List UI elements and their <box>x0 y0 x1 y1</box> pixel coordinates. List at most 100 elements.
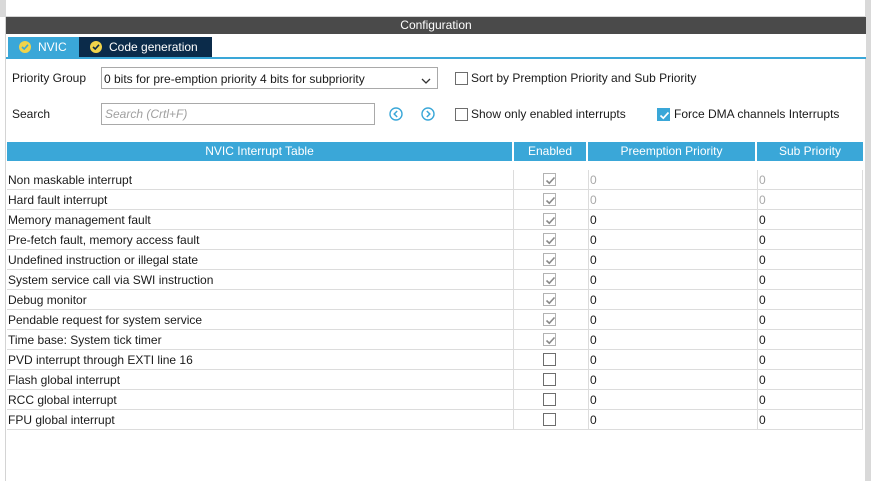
enabled-checkbox[interactable] <box>543 373 556 386</box>
enabled-checkbox[interactable] <box>543 353 556 366</box>
chevron-down-icon <box>421 74 431 88</box>
preemption-priority-value[interactable]: 0 <box>588 410 757 430</box>
table-row[interactable]: RCC global interrupt 0 0 <box>7 390 863 410</box>
preemption-priority-value[interactable]: 0 <box>588 250 757 270</box>
enabled-checkbox[interactable] <box>543 333 556 346</box>
enabled-cell <box>513 190 588 210</box>
sub-priority-value[interactable]: 0 <box>757 310 863 330</box>
enabled-cell <box>513 290 588 310</box>
column-header-preemption[interactable]: Preemption Priority <box>588 142 755 161</box>
preemption-priority-value[interactable]: 0 <box>588 210 757 230</box>
preemption-priority-value[interactable]: 0 <box>588 170 757 190</box>
interrupt-name: Debug monitor <box>8 293 87 307</box>
enabled-checkbox[interactable] <box>543 413 556 426</box>
tab-code-generation[interactable]: Code generation <box>79 37 212 57</box>
preemption-priority-value[interactable]: 0 <box>588 350 757 370</box>
sort-priority-checkbox[interactable] <box>455 72 468 85</box>
table-row[interactable]: Pendable request for system service 0 0 <box>7 310 863 330</box>
preemption-priority-value[interactable]: 0 <box>588 230 757 250</box>
sub-priority-value[interactable]: 0 <box>757 370 863 390</box>
table-row[interactable]: Hard fault interrupt 0 0 <box>7 190 863 210</box>
checkmark-icon <box>545 336 556 345</box>
preemption-priority-value[interactable]: 0 <box>588 270 757 290</box>
sub-priority-value[interactable]: 0 <box>757 190 863 210</box>
table-row[interactable]: Debug monitor 0 0 <box>7 290 863 310</box>
enabled-checkbox[interactable] <box>543 253 556 266</box>
sub-priority-value[interactable]: 0 <box>757 230 863 250</box>
priority-group-value: 0 bits for pre-emption priority 4 bits f… <box>104 72 365 86</box>
table-row[interactable]: Pre-fetch fault, memory access fault 0 0 <box>7 230 863 250</box>
enabled-checkbox[interactable] <box>543 193 556 206</box>
column-header-enabled[interactable]: Enabled <box>514 142 586 161</box>
preemption-priority-value[interactable]: 0 <box>588 290 757 310</box>
sub-priority-value[interactable]: 0 <box>757 390 863 410</box>
enabled-cell <box>513 390 588 410</box>
priority-group-select[interactable]: 0 bits for pre-emption priority 4 bits f… <box>101 67 438 89</box>
interrupt-name: System service call via SWI instruction <box>8 273 214 287</box>
checkmark-icon <box>545 236 556 245</box>
interrupt-name: RCC global interrupt <box>8 393 117 407</box>
enabled-cell <box>513 170 588 190</box>
show-enabled-label: Show only enabled interrupts <box>471 107 626 121</box>
enabled-checkbox[interactable] <box>543 273 556 286</box>
sub-priority-value[interactable]: 0 <box>757 210 863 230</box>
column-header-sub-priority[interactable]: Sub Priority <box>757 142 863 161</box>
table-row[interactable]: FPU global interrupt 0 0 <box>7 410 863 430</box>
enabled-checkbox[interactable] <box>543 213 556 226</box>
left-border <box>0 0 6 17</box>
search-label: Search <box>12 107 51 121</box>
arrow-right-circle-icon <box>421 107 435 121</box>
sub-priority-value[interactable]: 0 <box>757 350 863 370</box>
checkmark-icon <box>545 176 556 185</box>
table-row[interactable]: Memory management fault 0 0 <box>7 210 863 230</box>
preemption-priority-value[interactable]: 0 <box>588 390 757 410</box>
preemption-priority-value[interactable]: 0 <box>588 370 757 390</box>
sub-priority-value[interactable]: 0 <box>757 410 863 430</box>
enabled-cell <box>513 370 588 390</box>
search-next-button[interactable] <box>421 107 435 121</box>
tab-nvic-label: NVIC <box>38 40 67 54</box>
sub-priority-value[interactable]: 0 <box>757 170 863 190</box>
enabled-checkbox[interactable] <box>543 393 556 406</box>
enabled-checkbox[interactable] <box>543 293 556 306</box>
preemption-priority-value[interactable]: 0 <box>588 330 757 350</box>
preemption-priority-value[interactable]: 0 <box>588 190 757 210</box>
checkmark-icon <box>659 111 670 120</box>
search-input[interactable] <box>101 103 375 125</box>
enabled-checkbox[interactable] <box>543 173 556 186</box>
config-tabs: NVIC Code generation <box>6 34 866 59</box>
table-row[interactable]: System service call via SWI instruction 0… <box>7 270 863 290</box>
table-row[interactable]: Flash global interrupt 0 0 <box>7 370 863 390</box>
table-row[interactable]: PVD interrupt through EXTI line 16 0 0 <box>7 350 863 370</box>
column-header-interrupt[interactable]: NVIC Interrupt Table <box>7 142 512 161</box>
interrupt-name: Hard fault interrupt <box>8 193 108 207</box>
table-row[interactable]: Time base: System tick timer 0 0 <box>7 330 863 350</box>
enabled-cell <box>513 410 588 430</box>
sub-priority-value[interactable]: 0 <box>757 270 863 290</box>
nvic-table-header: NVIC Interrupt Table Enabled Preemption … <box>7 142 863 161</box>
search-previous-button[interactable] <box>389 107 403 121</box>
checkmark-icon <box>545 316 556 325</box>
interrupt-name: Pre-fetch fault, memory access fault <box>8 233 200 247</box>
enabled-cell <box>513 330 588 350</box>
enabled-cell <box>513 270 588 290</box>
interrupt-name: FPU global interrupt <box>8 413 115 427</box>
sub-priority-value[interactable]: 0 <box>757 330 863 350</box>
nvic-interrupt-table: Non maskable interrupt 0 0 Hard fault inter… <box>7 170 863 430</box>
configuration-header: Configuration <box>6 17 866 34</box>
tab-nvic[interactable]: NVIC <box>8 37 79 57</box>
enabled-checkbox[interactable] <box>543 313 556 326</box>
right-border <box>865 0 871 17</box>
top-panel-edge <box>0 0 871 17</box>
sub-priority-value[interactable]: 0 <box>757 250 863 270</box>
interrupt-name: Undefined instruction or illegal state <box>8 253 199 267</box>
interrupt-name: Pendable request for system service <box>8 313 203 327</box>
table-row[interactable]: Undefined instruction or illegal state 0 0 <box>7 250 863 270</box>
force-dma-checkbox[interactable] <box>657 108 670 121</box>
show-enabled-checkbox[interactable] <box>455 108 468 121</box>
interrupt-name: Time base: System tick timer <box>8 333 162 347</box>
table-row[interactable]: Non maskable interrupt 0 0 <box>7 170 863 190</box>
enabled-checkbox[interactable] <box>543 233 556 246</box>
sub-priority-value[interactable]: 0 <box>757 290 863 310</box>
preemption-priority-value[interactable]: 0 <box>588 310 757 330</box>
